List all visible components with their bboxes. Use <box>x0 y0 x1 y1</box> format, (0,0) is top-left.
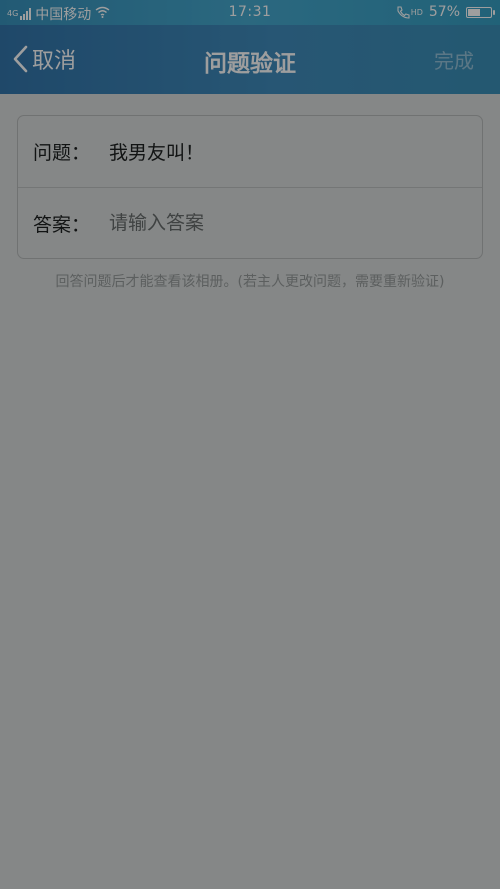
battery-percent: 57% <box>428 4 460 20</box>
status-bar: 4G 中国移动 17:31 HD 57% <box>0 0 500 25</box>
page-title: 问题验证 <box>204 51 296 77</box>
hint-text: 回答问题后才能查看该相册。(若主人更改问题，需要重新验证) <box>55 274 445 290</box>
question-row: 问题： 我男友叫！ <box>18 116 482 187</box>
answer-row: 答案： <box>18 188 482 259</box>
done-button[interactable]: 完成 <box>434 45 474 74</box>
status-right: HD 57% <box>396 4 495 20</box>
verification-form: 问题： 我男友叫！ 答案： <box>17 115 483 259</box>
call-hd-tag: HD <box>410 7 423 17</box>
question-text: 我男友叫！ <box>109 142 205 164</box>
battery-icon <box>466 6 495 18</box>
answer-input[interactable] <box>109 206 469 240</box>
battery-fill <box>468 8 480 16</box>
question-label: 问题： <box>33 142 91 164</box>
phone-hd-icon: HD <box>396 5 423 19</box>
answer-label: 答案： <box>33 214 91 236</box>
nav-bar: 取消 问题验证 完成 <box>0 25 500 94</box>
